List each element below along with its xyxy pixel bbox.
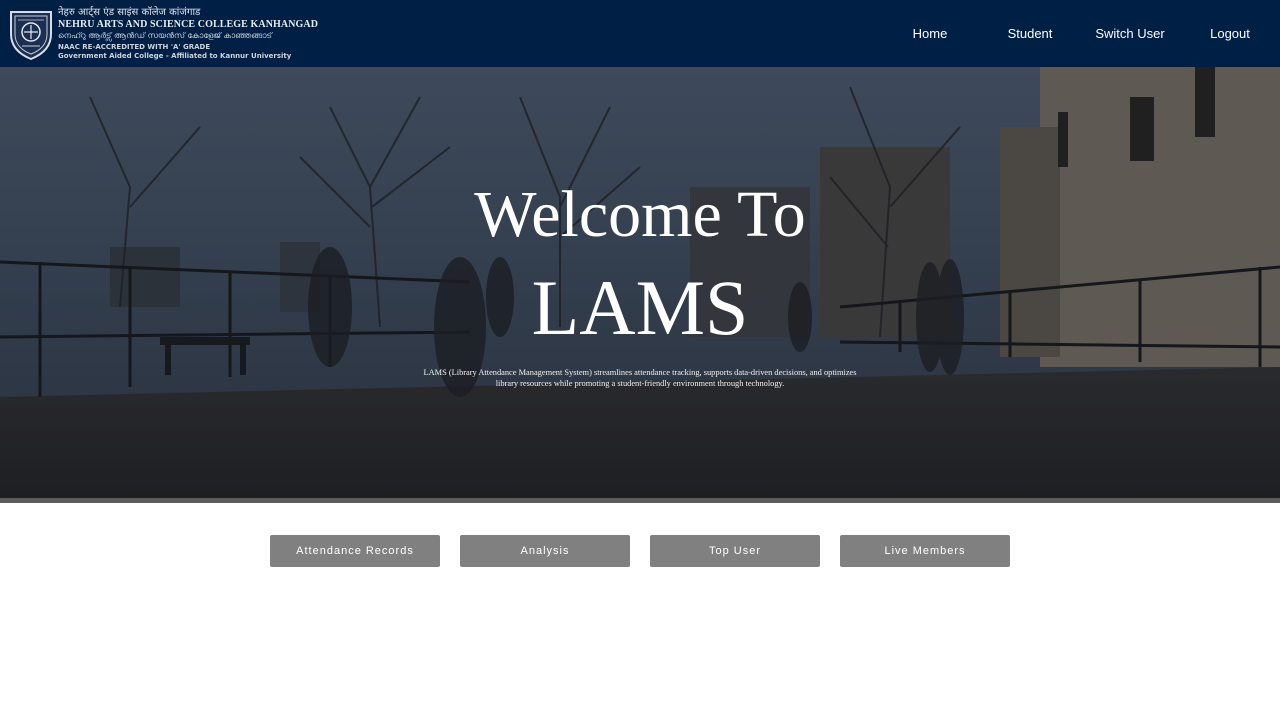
hero-banner: Welcome To LAMS LAMS (Library Attendance… xyxy=(0,67,1280,503)
college-name-hindi: नेहरु आर्ट्स एंड साइंस कॉलेज कांजंगाड xyxy=(58,7,201,18)
analysis-button[interactable]: Analysis xyxy=(460,535,630,567)
welcome-heading: Welcome To xyxy=(474,178,806,251)
top-user-button[interactable]: Top User xyxy=(650,535,820,567)
live-members-button[interactable]: Live Members xyxy=(840,535,1010,567)
college-name-malayalam: നെഹ്റു ആർട്സ് ആൻഡ് സയൻസ് കോളേജ് കാഞ്ഞങ്ങ… xyxy=(58,31,272,40)
hero-divider xyxy=(0,498,1280,503)
nav-student-link[interactable]: Student xyxy=(980,26,1080,41)
nav-logout-link[interactable]: Logout xyxy=(1180,26,1280,41)
college-name-english: NEHRU ARTS AND SCIENCE COLLEGE KANHANGAD xyxy=(58,19,319,30)
nav-switch-user-link[interactable]: Switch User xyxy=(1080,26,1180,41)
top-navbar: नेहरु आर्ट्स एंड साइंस कॉलेज कांजंगाड NE… xyxy=(0,0,1280,67)
action-buttons: Attendance Records Analysis Top User Liv… xyxy=(0,535,1280,567)
nav-home-link[interactable]: Home xyxy=(880,26,980,41)
nav-menu: Home Student Switch User Logout xyxy=(880,0,1280,67)
attendance-records-button[interactable]: Attendance Records xyxy=(270,535,440,567)
app-name-heading: LAMS xyxy=(531,264,749,351)
app-description: LAMS (Library Attendance Management Syst… xyxy=(423,368,857,388)
accreditation-text: NAAC RE-ACCREDITED WITH 'A' GRADE xyxy=(58,43,211,51)
affiliation-text: Government Aided College - Affiliated to… xyxy=(58,52,292,60)
college-crest-icon xyxy=(10,11,52,60)
college-brand[interactable]: नेहरु आर्ट्स एंड साइंस कॉलेज कांजंगाड NE… xyxy=(8,8,318,60)
